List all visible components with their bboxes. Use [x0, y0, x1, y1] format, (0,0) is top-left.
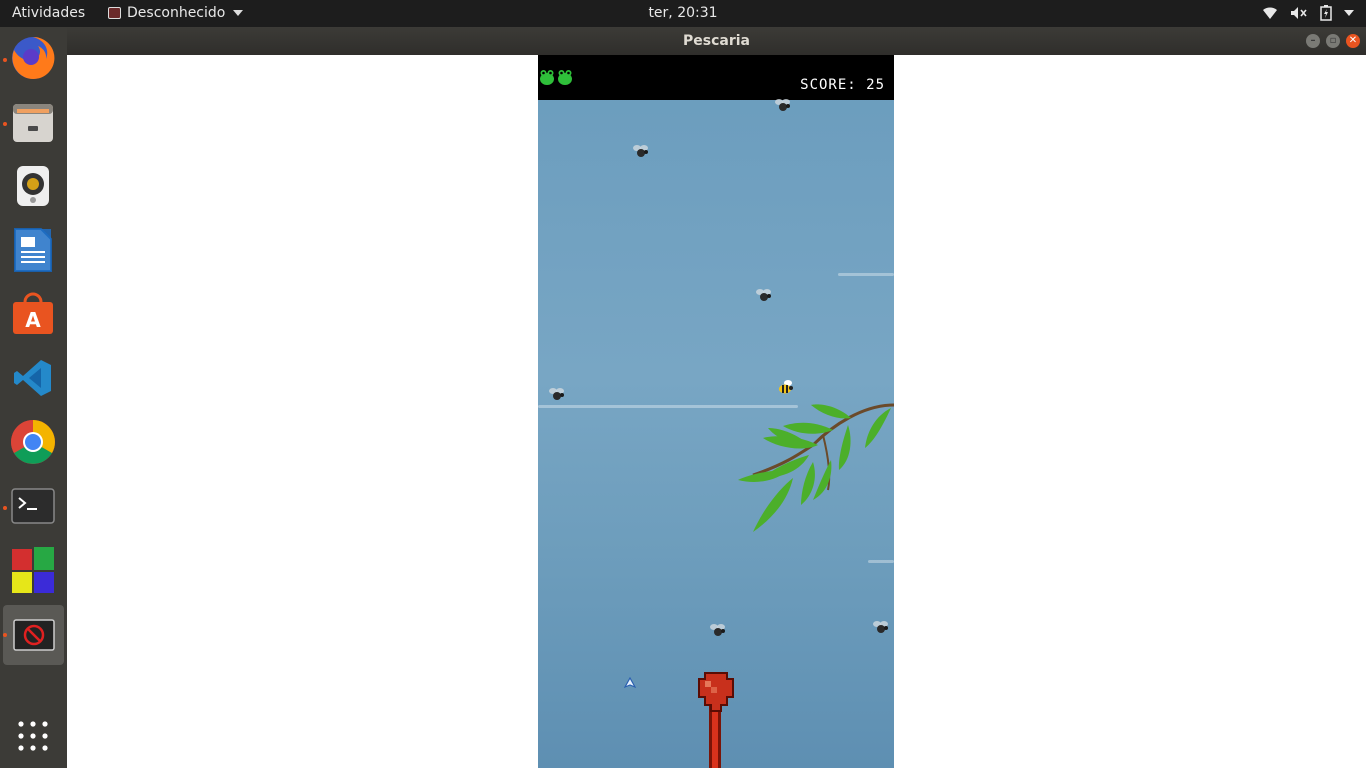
volume-muted-icon[interactable] — [1290, 6, 1308, 20]
fly-sprite — [633, 145, 648, 157]
close-button[interactable]: ✕ — [1346, 34, 1360, 48]
files-launcher[interactable] — [8, 97, 58, 147]
chrome-icon — [11, 420, 55, 464]
frog-tongue[interactable] — [693, 669, 739, 768]
chrome-launcher[interactable] — [8, 417, 58, 467]
app-menu[interactable]: Desconhecido — [108, 5, 244, 21]
rhythmbox-icon — [17, 166, 49, 206]
running-indicator — [3, 122, 7, 126]
fly-sprite — [873, 621, 888, 633]
window-title-bar[interactable]: Pescaria – ▫ ✕ — [67, 27, 1366, 55]
cloud — [868, 560, 894, 563]
running-indicator — [3, 506, 7, 510]
dock: A — [0, 27, 67, 768]
app-menu-label: Desconhecido — [127, 5, 226, 21]
system-tray[interactable] — [1262, 5, 1354, 21]
fly-sprite — [756, 289, 771, 301]
blocked-app-launcher[interactable] — [3, 605, 64, 665]
wifi-icon[interactable] — [1262, 6, 1278, 20]
fly-sprite — [710, 624, 725, 636]
vscode-icon — [14, 360, 51, 396]
power-menu-icon[interactable] — [1344, 9, 1354, 17]
game-app-icon — [12, 547, 54, 593]
hud-bar: SCORE: 25 — [538, 55, 894, 100]
software-icon: A — [13, 292, 53, 334]
window-title: Pescaria — [683, 33, 750, 49]
blocked-app-icon — [12, 619, 55, 651]
writer-launcher[interactable] — [8, 225, 58, 275]
top-bar: Atividades Desconhecido ter, 20:31 — [0, 0, 1366, 27]
svg-text:A: A — [25, 308, 41, 332]
running-indicator — [3, 633, 7, 637]
cloud — [838, 273, 894, 276]
minimize-button[interactable]: – — [1306, 34, 1320, 48]
blue-bug-sprite — [624, 677, 636, 689]
fly-sprite — [549, 388, 564, 400]
files-icon — [13, 104, 53, 142]
terminal-launcher[interactable] — [8, 481, 58, 531]
writer-icon — [14, 228, 52, 272]
game-app-launcher[interactable] — [8, 545, 58, 595]
battery-icon[interactable] — [1320, 5, 1332, 21]
activities-button[interactable]: Atividades — [12, 5, 85, 21]
fly-sprite — [775, 99, 790, 111]
score-display: SCORE: 25 — [800, 77, 885, 93]
frog-life-icon — [558, 70, 572, 85]
running-indicator — [3, 58, 7, 62]
terminal-icon — [11, 488, 55, 524]
show-apps-button[interactable] — [8, 711, 58, 761]
chevron-down-icon — [233, 10, 244, 16]
firefox-launcher[interactable] — [8, 33, 58, 83]
show-apps-icon — [18, 721, 48, 751]
bee-sprite — [779, 380, 793, 394]
rhythmbox-launcher[interactable] — [8, 161, 58, 211]
vscode-launcher[interactable] — [8, 353, 58, 403]
game-canvas[interactable]: SCORE: 25 — [538, 55, 894, 768]
software-launcher[interactable]: A — [8, 289, 58, 339]
leafy-branch — [738, 403, 894, 532]
maximize-button[interactable]: ▫ — [1326, 34, 1340, 48]
frog-life-icon — [540, 70, 554, 85]
app-menu-icon — [108, 7, 121, 19]
firefox-icon — [12, 36, 55, 79]
